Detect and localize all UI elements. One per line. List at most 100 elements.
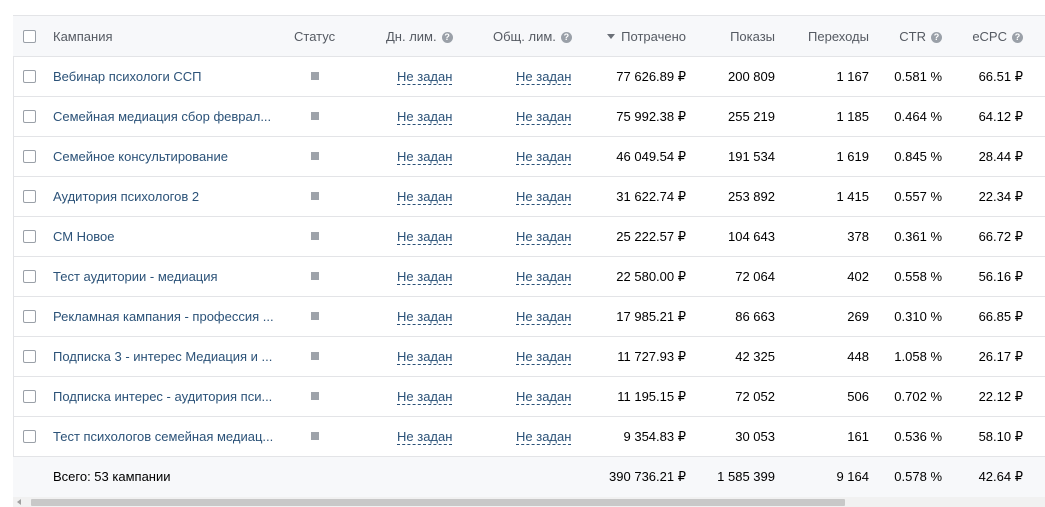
table-row: Семейное консультирование Не задан Не за…	[13, 137, 1045, 177]
header-status-label: Статус	[294, 29, 336, 44]
row-checkbox[interactable]	[23, 430, 36, 443]
impressions-value: 191 534	[728, 149, 775, 164]
row-checkbox[interactable]	[23, 230, 36, 243]
table-row: Рекламная кампания - профессия ... Не за…	[13, 297, 1045, 337]
header-clicks[interactable]: Переходы	[808, 16, 869, 58]
total-limit-cell: Не задан	[516, 377, 606, 417]
daily-limit-link[interactable]: Не задан	[397, 269, 453, 285]
status-square-icon	[311, 272, 319, 280]
daily-limit-link[interactable]: Не задан	[397, 349, 453, 365]
help-circle-icon[interactable]: ?	[441, 32, 453, 43]
impressions-value: 86 663	[735, 309, 775, 324]
spent-value: 11 195.15 ₽	[617, 389, 686, 404]
total-limit-link[interactable]: Не задан	[516, 309, 572, 325]
ecpc-value: 66.85 ₽	[978, 309, 1023, 324]
status-cell	[294, 297, 344, 337]
clicks-value: 1 619	[836, 149, 869, 164]
scrollbar-thumb[interactable]	[31, 499, 845, 506]
clicks-value: 448	[847, 349, 869, 364]
campaign-name-link[interactable]: Вебинар психологи ССП	[53, 57, 283, 97]
total-limit-cell: Не задан	[516, 257, 606, 297]
table-header: Кампания Статус Дн. лим.? Общ. лим.? Пот…	[13, 15, 1045, 57]
total-limit-link[interactable]: Не задан	[516, 229, 572, 245]
total-limit-cell: Не задан	[516, 337, 606, 377]
campaign-name-link[interactable]: Аудитория психологов 2	[53, 177, 283, 217]
impressions-value: 104 643	[728, 229, 775, 244]
row-checkbox[interactable]	[23, 110, 36, 123]
total-limit-link[interactable]: Не задан	[516, 189, 572, 205]
help-circle-icon[interactable]: ?	[1012, 32, 1023, 43]
ecpc-value: 26.17 ₽	[978, 349, 1023, 364]
daily-limit-cell: Не задан	[397, 297, 477, 337]
total-limit-link[interactable]: Не задан	[516, 269, 572, 285]
header-daily-limit[interactable]: Дн. лим.?	[386, 16, 466, 58]
daily-limit-link[interactable]: Не задан	[397, 149, 453, 165]
row-checkbox[interactable]	[23, 70, 36, 83]
header-ctr-label: CTR	[899, 29, 926, 44]
status-square-icon	[311, 232, 319, 240]
total-limit-link[interactable]: Не задан	[516, 69, 572, 85]
header-ecpc[interactable]: eCPC?	[972, 16, 1023, 58]
daily-limit-link[interactable]: Не задан	[397, 69, 453, 85]
daily-limit-link[interactable]: Не задан	[397, 229, 453, 245]
header-impressions[interactable]: Показы	[730, 16, 775, 58]
daily-limit-link[interactable]: Не задан	[397, 309, 453, 325]
status-square-icon	[311, 392, 319, 400]
daily-limit-link[interactable]: Не задан	[397, 429, 453, 445]
row-checkbox[interactable]	[23, 190, 36, 203]
help-circle-icon[interactable]: ?	[560, 32, 572, 43]
row-checkbox[interactable]	[23, 390, 36, 403]
row-checkbox[interactable]	[23, 310, 36, 323]
help-circle-icon[interactable]: ?	[931, 32, 942, 43]
daily-limit-cell: Не задан	[397, 257, 477, 297]
clicks-value: 1 167	[836, 69, 869, 84]
header-campaign[interactable]: Кампания	[53, 16, 283, 58]
total-limit-link[interactable]: Не задан	[516, 349, 572, 365]
total-limit-link[interactable]: Не задан	[516, 389, 572, 405]
row-checkbox[interactable]	[23, 350, 36, 363]
header-total-limit[interactable]: Общ. лим.?	[493, 16, 583, 58]
campaign-name-link[interactable]: Подписка интерес - аудитория пси...	[53, 377, 283, 417]
horizontal-scrollbar[interactable]	[13, 497, 1045, 507]
header-status[interactable]: Статус	[294, 16, 344, 58]
status-cell	[294, 97, 344, 137]
campaign-name-link[interactable]: СМ Новое	[53, 217, 283, 257]
campaign-name-link[interactable]: Тест аудитории - медиация	[53, 257, 283, 297]
table-row: Аудитория психологов 2 Не задан Не задан…	[13, 177, 1045, 217]
row-checkbox[interactable]	[23, 270, 36, 283]
total-limit-link[interactable]: Не задан	[516, 109, 572, 125]
total-limit-cell: Не задан	[516, 137, 606, 177]
campaign-name-link[interactable]: Семейная медиация сбор феврал...	[53, 97, 283, 137]
total-limit-link[interactable]: Не задан	[516, 429, 572, 445]
ctr-value: 0.581 %	[894, 69, 942, 84]
status-square-icon	[311, 192, 319, 200]
ecpc-value: 58.10 ₽	[978, 429, 1023, 444]
impressions-value: 30 053	[735, 429, 775, 444]
status-cell	[294, 257, 344, 297]
total-limit-link[interactable]: Не задан	[516, 149, 572, 165]
daily-limit-link[interactable]: Не задан	[397, 109, 453, 125]
campaign-name-link[interactable]: Семейное консультирование	[53, 137, 283, 177]
select-all-checkbox[interactable]	[23, 30, 36, 43]
status-cell	[294, 417, 344, 457]
spent-value: 46 049.54 ₽	[616, 149, 686, 164]
campaign-name-link[interactable]: Рекламная кампания - профессия ...	[53, 297, 283, 337]
header-ctr[interactable]: CTR?	[899, 16, 942, 58]
campaign-name-link[interactable]: Тест психологов семейная медиац...	[53, 417, 283, 457]
daily-limit-cell: Не задан	[397, 57, 477, 97]
spent-value: 77 626.89 ₽	[616, 69, 686, 84]
clicks-value: 269	[847, 309, 869, 324]
campaign-name-link[interactable]: Подписка 3 - интерес Медиация и ...	[53, 337, 283, 377]
daily-limit-cell: Не задан	[397, 97, 477, 137]
row-checkbox[interactable]	[23, 150, 36, 163]
spent-value: 22 580.00 ₽	[616, 269, 686, 284]
daily-limit-link[interactable]: Не задан	[397, 389, 453, 405]
daily-limit-link[interactable]: Не задан	[397, 189, 453, 205]
status-square-icon	[311, 152, 319, 160]
table-row: Семейная медиация сбор феврал... Не зада…	[13, 97, 1045, 137]
status-square-icon	[311, 352, 319, 360]
ecpc-value: 64.12 ₽	[978, 109, 1023, 124]
scroll-left-arrow-icon[interactable]	[17, 499, 21, 505]
header-spent[interactable]: Потрачено	[607, 16, 686, 58]
clicks-value: 402	[847, 269, 869, 284]
